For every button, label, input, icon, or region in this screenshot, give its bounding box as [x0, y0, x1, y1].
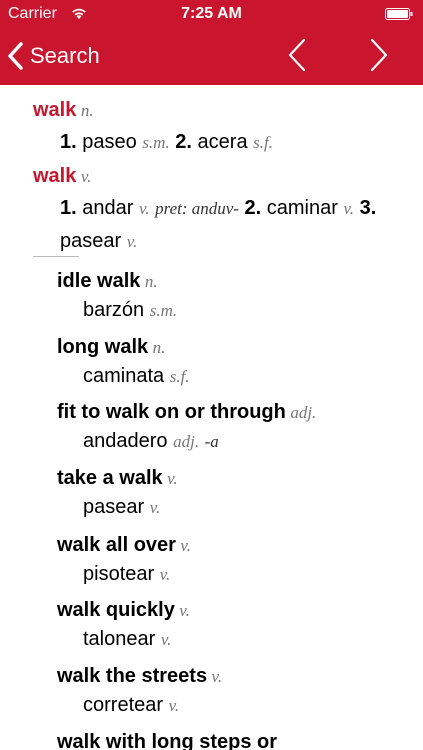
sense-grammar: v.	[126, 232, 138, 251]
translation-grammar: v.	[168, 696, 180, 715]
phrase-entry[interactable]: walk with long steps or	[57, 731, 277, 750]
clock: 7:25 AM	[181, 5, 242, 22]
phrase-text: fit to walk on or through	[57, 401, 286, 423]
phrase-entry[interactable]: take a walk v. pasear v.	[57, 467, 178, 519]
translation: pisotear	[83, 563, 155, 585]
entry-walk-noun: walk n. 1. paseo s.m. 2. acera s.f.	[33, 99, 390, 159]
phrase-text: long walk	[57, 336, 149, 358]
status-bar: Carrier 7:25 AM	[0, 0, 423, 28]
phrase-entry[interactable]: long walk n. caminata s.f.	[57, 336, 190, 388]
section-divider	[33, 256, 79, 257]
entry-walk-verb: walk v. 1. andar v. pret: anduv- 2. cami…	[33, 165, 390, 258]
sense-number: 1.	[60, 131, 77, 153]
translation: pasear	[83, 496, 145, 518]
sense-note: pret: anduv-	[155, 199, 239, 218]
phrase-text: idle walk	[57, 270, 141, 292]
phrase-entry[interactable]: fit to walk on or through adj. andadero …	[57, 401, 316, 453]
battery-icon	[385, 8, 413, 20]
dictionary-entry-content[interactable]: walk n. 1. paseo s.m. 2. acera s.f. walk…	[0, 85, 423, 750]
part-of-speech: adj.	[290, 403, 317, 422]
phrase-entry[interactable]: walk quickly v. talonear v.	[57, 599, 190, 651]
phrase-entry[interactable]: walk the streets v. corretear v.	[57, 665, 222, 717]
sense-word[interactable]: pasear	[60, 230, 121, 252]
part-of-speech: v.	[211, 667, 223, 686]
back-button-label: Search	[30, 43, 100, 68]
sense-number: 1.	[60, 197, 77, 219]
sense-list: 1. andar v. pret: anduv- 2. caminar v. 3…	[33, 192, 390, 258]
headword: walk	[33, 99, 77, 121]
sense-number: 2.	[175, 131, 192, 153]
phrase-text: take a walk	[57, 467, 163, 489]
translation: barzón	[83, 299, 145, 321]
sense-grammar: s.m.	[142, 133, 170, 152]
phrase-entry[interactable]: walk all over v. pisotear v.	[57, 534, 191, 586]
phrase-text: walk the streets	[57, 665, 208, 687]
previous-entry-button[interactable]	[286, 38, 314, 74]
phrase-entry[interactable]: idle walk n. barzón s.m.	[57, 270, 177, 322]
sense-number: 3.	[359, 197, 377, 219]
part-of-speech: v.	[180, 536, 191, 555]
translation: caminata	[83, 365, 165, 387]
sense-number: 2.	[244, 197, 262, 219]
sense-word[interactable]: caminar	[267, 197, 338, 219]
sense-grammar: s.f.	[253, 133, 273, 152]
translation-grammar: v.	[160, 630, 172, 649]
part-of-speech: n.	[144, 272, 158, 291]
navigation-bar: Search	[0, 28, 423, 85]
translation: talonear	[83, 628, 156, 650]
part-of-speech: v.	[80, 167, 92, 186]
chevron-left-icon	[288, 38, 306, 72]
sense-word[interactable]: paseo	[82, 131, 137, 153]
sense-word[interactable]: andar	[82, 197, 133, 219]
phrase-text: walk all over	[57, 534, 176, 556]
header-bar: Carrier 7:25 AM Search	[0, 0, 423, 85]
translation: corretear	[83, 694, 164, 716]
sense-list: 1. paseo s.m. 2. acera s.f.	[33, 126, 390, 159]
sense-grammar: v.	[343, 199, 355, 218]
headword: walk	[33, 165, 77, 187]
translation-grammar: adj.	[173, 432, 200, 451]
part-of-speech: n.	[152, 338, 166, 357]
phrase-text: walk with long steps or	[57, 731, 278, 750]
part-of-speech: v.	[167, 469, 178, 488]
chevron-left-icon	[8, 42, 23, 70]
part-of-speech: v.	[179, 601, 190, 620]
phrase-text: walk quickly	[57, 599, 175, 621]
translation-grammar: s.m.	[149, 301, 178, 320]
back-button[interactable]: Search	[6, 38, 100, 74]
translation-grammar: v.	[149, 498, 161, 517]
feminine-suffix: -a	[204, 432, 219, 451]
next-entry-button[interactable]	[368, 38, 396, 74]
chevron-right-icon	[370, 38, 388, 72]
sense-word[interactable]: acera	[198, 131, 248, 153]
translation-grammar: s.f.	[169, 367, 190, 386]
translation: andadero	[83, 430, 168, 452]
translation-grammar: v.	[159, 565, 171, 584]
part-of-speech: n.	[80, 101, 94, 120]
sense-grammar: v.	[138, 199, 150, 218]
